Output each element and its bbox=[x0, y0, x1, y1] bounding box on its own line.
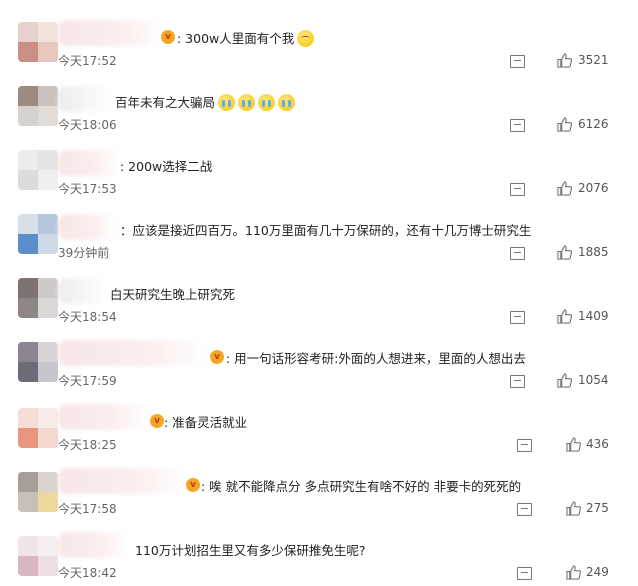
comment-row: v : 用一句话形容考研:外面的人想进来，里面的人想出去 今天17:59 105… bbox=[0, 330, 638, 394]
username-redacted[interactable] bbox=[58, 20, 163, 46]
avatar[interactable] bbox=[18, 408, 58, 448]
comment-text: ：应该是接近四百万。110万里面有几十万保研的，还有十几万博士研究生 bbox=[120, 223, 532, 238]
comment-time: 今天18:25 bbox=[58, 438, 117, 452]
comment-icon[interactable] bbox=[510, 247, 525, 260]
like-icon[interactable] bbox=[557, 309, 572, 324]
comment-row: v : 准备灵活就业 今天18:25 436 bbox=[0, 394, 638, 458]
comment-icon[interactable] bbox=[510, 375, 525, 388]
like-icon[interactable] bbox=[566, 501, 581, 516]
username-redacted[interactable] bbox=[58, 532, 128, 558]
comment-time: 39分钟前 bbox=[58, 246, 110, 260]
like-icon[interactable] bbox=[566, 565, 581, 580]
comment-text: : 唉 就不能降点分 多点研究生有啥不好的 非要卡的死死的 bbox=[201, 479, 522, 494]
comment-row: 白天研究生晚上研究死 今天18:54 1409 bbox=[0, 266, 638, 330]
username-redacted[interactable] bbox=[58, 468, 186, 494]
like-count: 249 bbox=[586, 565, 609, 579]
like-count: 1409 bbox=[578, 309, 609, 323]
comment-text: 110万计划招生里又有多少保研推免生呢? bbox=[135, 543, 366, 558]
username-redacted[interactable] bbox=[58, 404, 150, 430]
crying-emoji-icon bbox=[218, 94, 236, 111]
comment-icon[interactable] bbox=[517, 439, 532, 452]
avatar[interactable] bbox=[18, 536, 58, 576]
comment-row: : 200w选择二战 今天17:53 2076 bbox=[0, 138, 638, 202]
vip-badge-icon: v bbox=[210, 350, 224, 364]
username-redacted[interactable] bbox=[58, 340, 208, 366]
vip-badge-icon: v bbox=[150, 414, 164, 428]
comment-time: 今天17:52 bbox=[58, 54, 117, 68]
comment-row: 百年未有之大骗局 今天18:06 6126 bbox=[0, 74, 638, 138]
like-icon[interactable] bbox=[557, 181, 572, 196]
avatar[interactable] bbox=[18, 342, 58, 382]
like-count: 1885 bbox=[578, 245, 609, 259]
comment-icon[interactable] bbox=[517, 567, 532, 580]
like-icon[interactable] bbox=[566, 437, 581, 452]
avatar[interactable] bbox=[18, 22, 58, 62]
avatar[interactable] bbox=[18, 472, 58, 512]
like-count: 3521 bbox=[578, 53, 609, 67]
crying-emoji-icon bbox=[258, 94, 276, 111]
comment-icon[interactable] bbox=[510, 311, 525, 324]
like-icon[interactable] bbox=[557, 117, 572, 132]
like-icon[interactable] bbox=[557, 373, 572, 388]
comment-icon[interactable] bbox=[510, 119, 525, 132]
comment-icon[interactable] bbox=[517, 503, 532, 516]
vip-badge-icon: v bbox=[186, 478, 200, 492]
comment-time: 今天17:58 bbox=[58, 502, 117, 516]
comment-text: : 200w选择二战 bbox=[120, 159, 213, 174]
avatar[interactable] bbox=[18, 150, 58, 190]
username-redacted[interactable] bbox=[58, 214, 116, 240]
comment-time: 今天17:59 bbox=[58, 374, 117, 388]
comment-row: v : 300w人里面有个我 今天17:52 3521 bbox=[0, 10, 638, 74]
comment-time: 今天18:06 bbox=[58, 118, 117, 132]
comment-text: : 300w人里面有个我 bbox=[177, 28, 315, 47]
comment-text: 白天研究生晚上研究死 bbox=[110, 287, 236, 302]
avatar[interactable] bbox=[18, 86, 58, 126]
like-count: 1054 bbox=[578, 373, 609, 387]
like-count: 2076 bbox=[578, 181, 609, 195]
comment-text: : 准备灵活就业 bbox=[164, 415, 248, 430]
avatar[interactable] bbox=[18, 278, 58, 318]
shy-emoji-icon bbox=[297, 30, 315, 47]
comment-icon[interactable] bbox=[510, 183, 525, 196]
comment-time: 今天18:54 bbox=[58, 310, 117, 324]
crying-emoji-icon bbox=[238, 94, 256, 111]
comment-row: v : 唉 就不能降点分 多点研究生有啥不好的 非要卡的死死的 今天17:58 … bbox=[0, 458, 638, 522]
comment-text: 百年未有之大骗局 bbox=[115, 92, 296, 111]
comment-icon[interactable] bbox=[510, 55, 525, 68]
vip-badge-icon: v bbox=[161, 30, 175, 44]
comment-row: 110万计划招生里又有多少保研推免生呢? 今天18:42 249 bbox=[0, 522, 638, 586]
crying-emoji-icon bbox=[278, 94, 296, 111]
comment-text: : 用一句话形容考研:外面的人想进来，里面的人想出去 bbox=[226, 351, 526, 366]
like-count: 436 bbox=[586, 437, 609, 451]
comment-time: 今天18:42 bbox=[58, 566, 117, 580]
like-icon[interactable] bbox=[557, 53, 572, 68]
like-count: 6126 bbox=[578, 117, 609, 131]
username-redacted[interactable] bbox=[58, 278, 108, 304]
username-redacted[interactable] bbox=[58, 86, 113, 112]
comment-row: ：应该是接近四百万。110万里面有几十万保研的，还有十几万博士研究生 39分钟前… bbox=[0, 202, 638, 266]
like-icon[interactable] bbox=[557, 245, 572, 260]
avatar[interactable] bbox=[18, 214, 58, 254]
comment-time: 今天17:53 bbox=[58, 182, 117, 196]
username-redacted[interactable] bbox=[58, 150, 120, 176]
like-count: 275 bbox=[586, 501, 609, 515]
